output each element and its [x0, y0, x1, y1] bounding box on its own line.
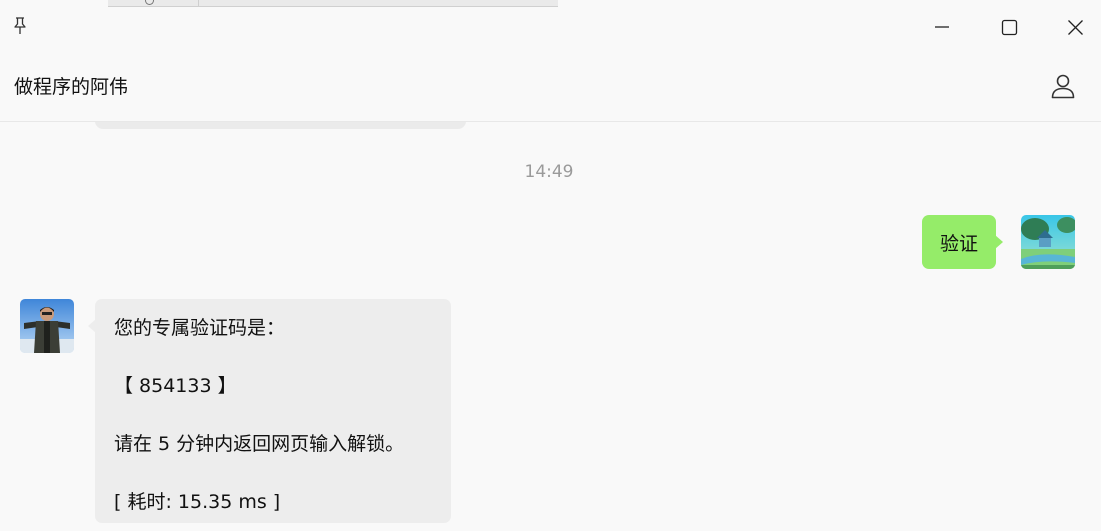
chat-title: 做程序的阿伟 — [14, 76, 129, 98]
message-timestamp: 14:49 — [524, 162, 574, 182]
minimize-icon[interactable] — [925, 12, 959, 42]
chat-message-area[interactable]: 14:49 验证 您的专属验证码是： 【 854133 】 请在 5 分钟内返回… — [0, 122, 1101, 531]
person-icon[interactable] — [1047, 70, 1079, 102]
outgoing-message-text: 验证 — [940, 232, 979, 255]
my-avatar[interactable] — [1021, 215, 1075, 269]
message-line-elapsed: [ 耗时: 15.35 ms ] — [114, 491, 281, 513]
pin-icon[interactable] — [9, 15, 31, 37]
message-line-intro: 您的专属验证码是： — [114, 317, 286, 339]
incoming-message-bubble[interactable]: 您的专属验证码是： 【 854133 】 请在 5 分钟内返回网页输入解锁。 [… — [88, 299, 451, 523]
close-icon[interactable] — [1058, 12, 1092, 42]
chat-header: 做程序的阿伟 — [0, 48, 1101, 122]
previous-message-bubble — [95, 122, 466, 129]
outgoing-message-bubble[interactable]: 验证 — [922, 215, 1004, 269]
contact-avatar[interactable] — [20, 299, 74, 353]
message-line-instruction: 请在 5 分钟内返回网页输入解锁。 — [114, 433, 405, 455]
maximize-icon[interactable] — [992, 12, 1026, 42]
window-titlebar — [0, 6, 1101, 48]
verification-code: 【 854133 】 — [114, 375, 237, 397]
